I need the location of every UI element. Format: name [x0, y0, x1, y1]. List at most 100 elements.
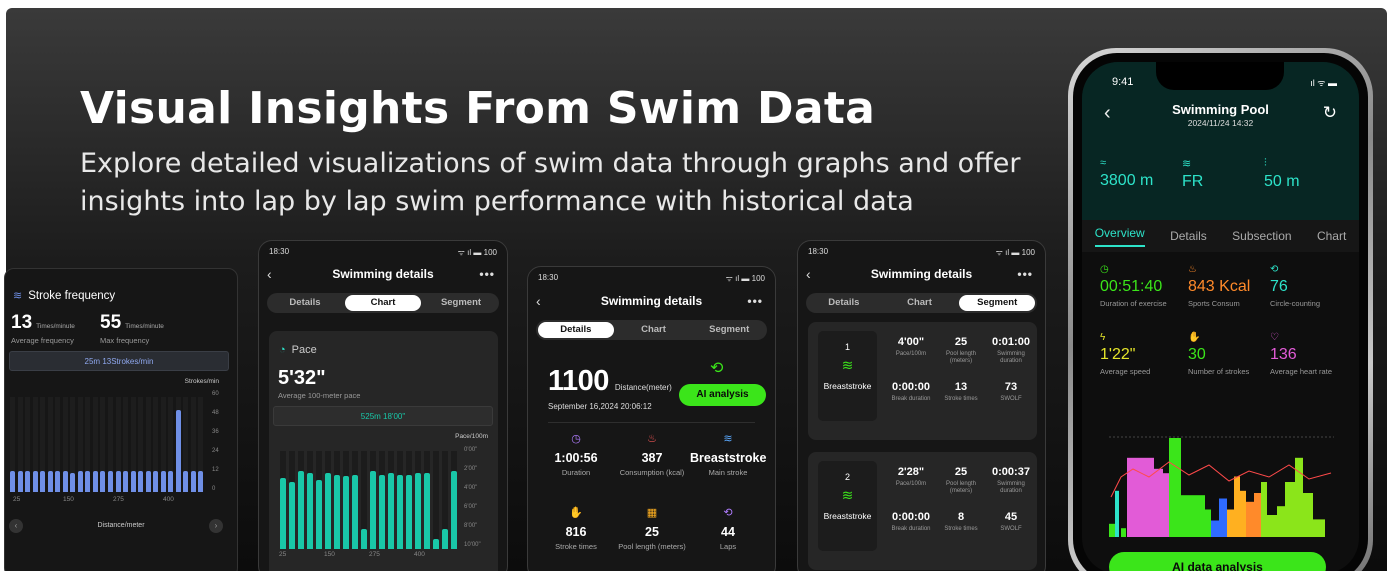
section-title: Pace: [291, 344, 317, 356]
status-bar: 18:30 ᯤ ıl ▬ 100: [808, 247, 1035, 258]
tab-chart[interactable]: Chart: [1317, 229, 1346, 243]
tab-chart[interactable]: Chart: [345, 295, 421, 311]
nav-bar: ‹ Swimming details •••: [259, 263, 507, 285]
segment-metric: 8 Stroke times: [936, 511, 986, 533]
chart-bar: [1163, 473, 1169, 537]
metric-label: Pace/100m: [895, 351, 927, 357]
metric-label: Swimming duration: [997, 481, 1025, 494]
ai-analysis-button[interactable]: AI analysis: [679, 384, 766, 406]
top-stat: ≋ FR: [1182, 157, 1203, 191]
nav-title: Swimming details: [870, 267, 973, 281]
gauge-icon: ◔: [279, 344, 286, 356]
tab-details[interactable]: Details: [806, 293, 882, 313]
y-tick-label: 0: [212, 486, 216, 492]
overview-tabs: Overview Details Subsection Chart: [1082, 220, 1359, 252]
status-time: 18:30: [269, 247, 290, 256]
metric-label: Circle-counting: [1270, 299, 1321, 308]
swimmer-icon: ≋: [13, 290, 23, 302]
more-icon[interactable]: •••: [479, 267, 495, 281]
metric-value: 843 Kcal: [1188, 278, 1251, 295]
back-icon[interactable]: ‹: [267, 266, 272, 282]
stat-cell: ♨ 387 Consumption (kcal): [614, 432, 690, 477]
more-icon[interactable]: •••: [1017, 267, 1033, 281]
timer-icon: ◷: [1100, 264, 1109, 275]
tab-details[interactable]: Details: [538, 322, 614, 338]
back-icon[interactable]: ‹: [536, 293, 541, 309]
stroke-bar: [32, 471, 38, 492]
pace-bar: [307, 472, 313, 549]
details-phone: 18:30 ᯤ ıl ▬ 100 ‹ Swimming details ••• …: [527, 266, 776, 571]
chart-bar: [1254, 493, 1261, 537]
segment-metric: 4'00" Pace/100m: [886, 336, 936, 358]
status-icons: ıl ᯤ ▬: [1310, 78, 1337, 88]
top-stat: ⫶ 50 m: [1264, 157, 1300, 191]
hand-icon: ✋: [569, 507, 583, 519]
hand-icon: ✋: [1188, 332, 1201, 343]
pace-bar: [370, 470, 376, 549]
tab-chart[interactable]: Chart: [882, 293, 958, 313]
pace-bar: [379, 474, 385, 549]
tab-details[interactable]: Details: [267, 293, 343, 313]
stroke-frequency-card: ≋ Stroke frequency 13 Times/minute Avera…: [4, 268, 238, 571]
tab-subsection[interactable]: Subsection: [1232, 229, 1291, 243]
tab-segment[interactable]: Segment: [959, 295, 1036, 311]
pace-bar: [451, 470, 457, 549]
x-tick-label: 25: [279, 551, 287, 558]
y-axis-ticks: 60 48 36 24 12 0: [208, 391, 232, 492]
chart-bar: [1115, 490, 1119, 537]
y-tick-label: 4'00": [464, 485, 478, 491]
more-icon[interactable]: •••: [747, 294, 763, 308]
pace-bar: [280, 478, 286, 549]
next-button[interactable]: ›: [209, 519, 223, 533]
y-axis-ticks: 0'00" 2'00" 4'00" 6'00" 8'00" 10'00": [464, 447, 496, 553]
stat-cell: ⟲ 44 Laps: [690, 506, 766, 551]
segment-card: 2 ≋ Breaststroke 2'28" Pace/100m 25 Pool lengt…: [808, 452, 1037, 570]
metric-value: 13: [954, 381, 968, 393]
ai-data-analysis-button[interactable]: AI data analysis: [1109, 552, 1326, 571]
tab-segment[interactable]: Segment: [423, 293, 499, 313]
stroke-bar: [25, 471, 31, 492]
pace-label: Average 100-meter pace: [278, 391, 361, 400]
pace-bar: [343, 476, 349, 549]
stroke-bar: [168, 471, 174, 492]
workout-chart: [1109, 436, 1334, 537]
metric-value: 1'22": [1100, 346, 1136, 363]
tab-overview[interactable]: Overview: [1094, 226, 1145, 247]
tab-segment[interactable]: Segment: [691, 320, 767, 340]
stroke-bar: [17, 471, 23, 492]
segment-phone: 18:30 ᯤ ıl ▬ 100 ‹ Swimming details ••• …: [797, 240, 1046, 571]
x-tick-label: 25: [13, 496, 21, 503]
tab-chart[interactable]: Chart: [616, 320, 692, 340]
chart-bar: [1261, 482, 1267, 537]
pace-bar: [298, 470, 304, 549]
chart-bar: [1285, 482, 1295, 537]
pace-bar: [388, 472, 394, 549]
back-icon[interactable]: ‹: [806, 266, 811, 282]
chart-bar: [1227, 509, 1234, 537]
pace-bar: [361, 529, 367, 549]
pool-icon: ▦: [646, 507, 658, 519]
status-bar: 18:30 ᯤ ıl ▬ 100: [269, 247, 497, 258]
stroke-bar: [70, 473, 76, 492]
status-time: 18:30: [538, 273, 559, 282]
metric-label: SWOLF: [1000, 526, 1022, 532]
chart-bar: [1219, 498, 1227, 537]
metric-label: Number of strokes: [1188, 367, 1250, 376]
chart-bar: [1127, 457, 1154, 537]
segment-metric: 0:00:37 Swimming duration: [986, 466, 1036, 495]
max-frequency-value: 55: [100, 312, 122, 333]
chart-bar: [1277, 506, 1285, 537]
metric-label: Pool length (meters): [945, 481, 977, 494]
tab-details[interactable]: Details: [1170, 229, 1207, 243]
x-tick-label: 400: [414, 551, 425, 558]
stats-grid: ◷ 1:00:56 Duration ♨ 387 Consumption (kcal) ≋ B…: [538, 432, 767, 571]
stroke-bar: [10, 471, 16, 492]
metric-label: Break duration: [891, 396, 931, 402]
chart-bar: [1240, 490, 1246, 537]
y-tick-label: 0'00": [464, 447, 478, 453]
metric-value: 25: [954, 466, 968, 478]
x-axis-ticks: 25 150 275 400: [9, 496, 205, 506]
segment-card: 1 ≋ Breaststroke 4'00" Pace/100m 25 Pool lengt…: [808, 322, 1037, 440]
share-icon[interactable]: ↻: [1323, 103, 1337, 123]
stat-label: Duration: [561, 468, 591, 477]
